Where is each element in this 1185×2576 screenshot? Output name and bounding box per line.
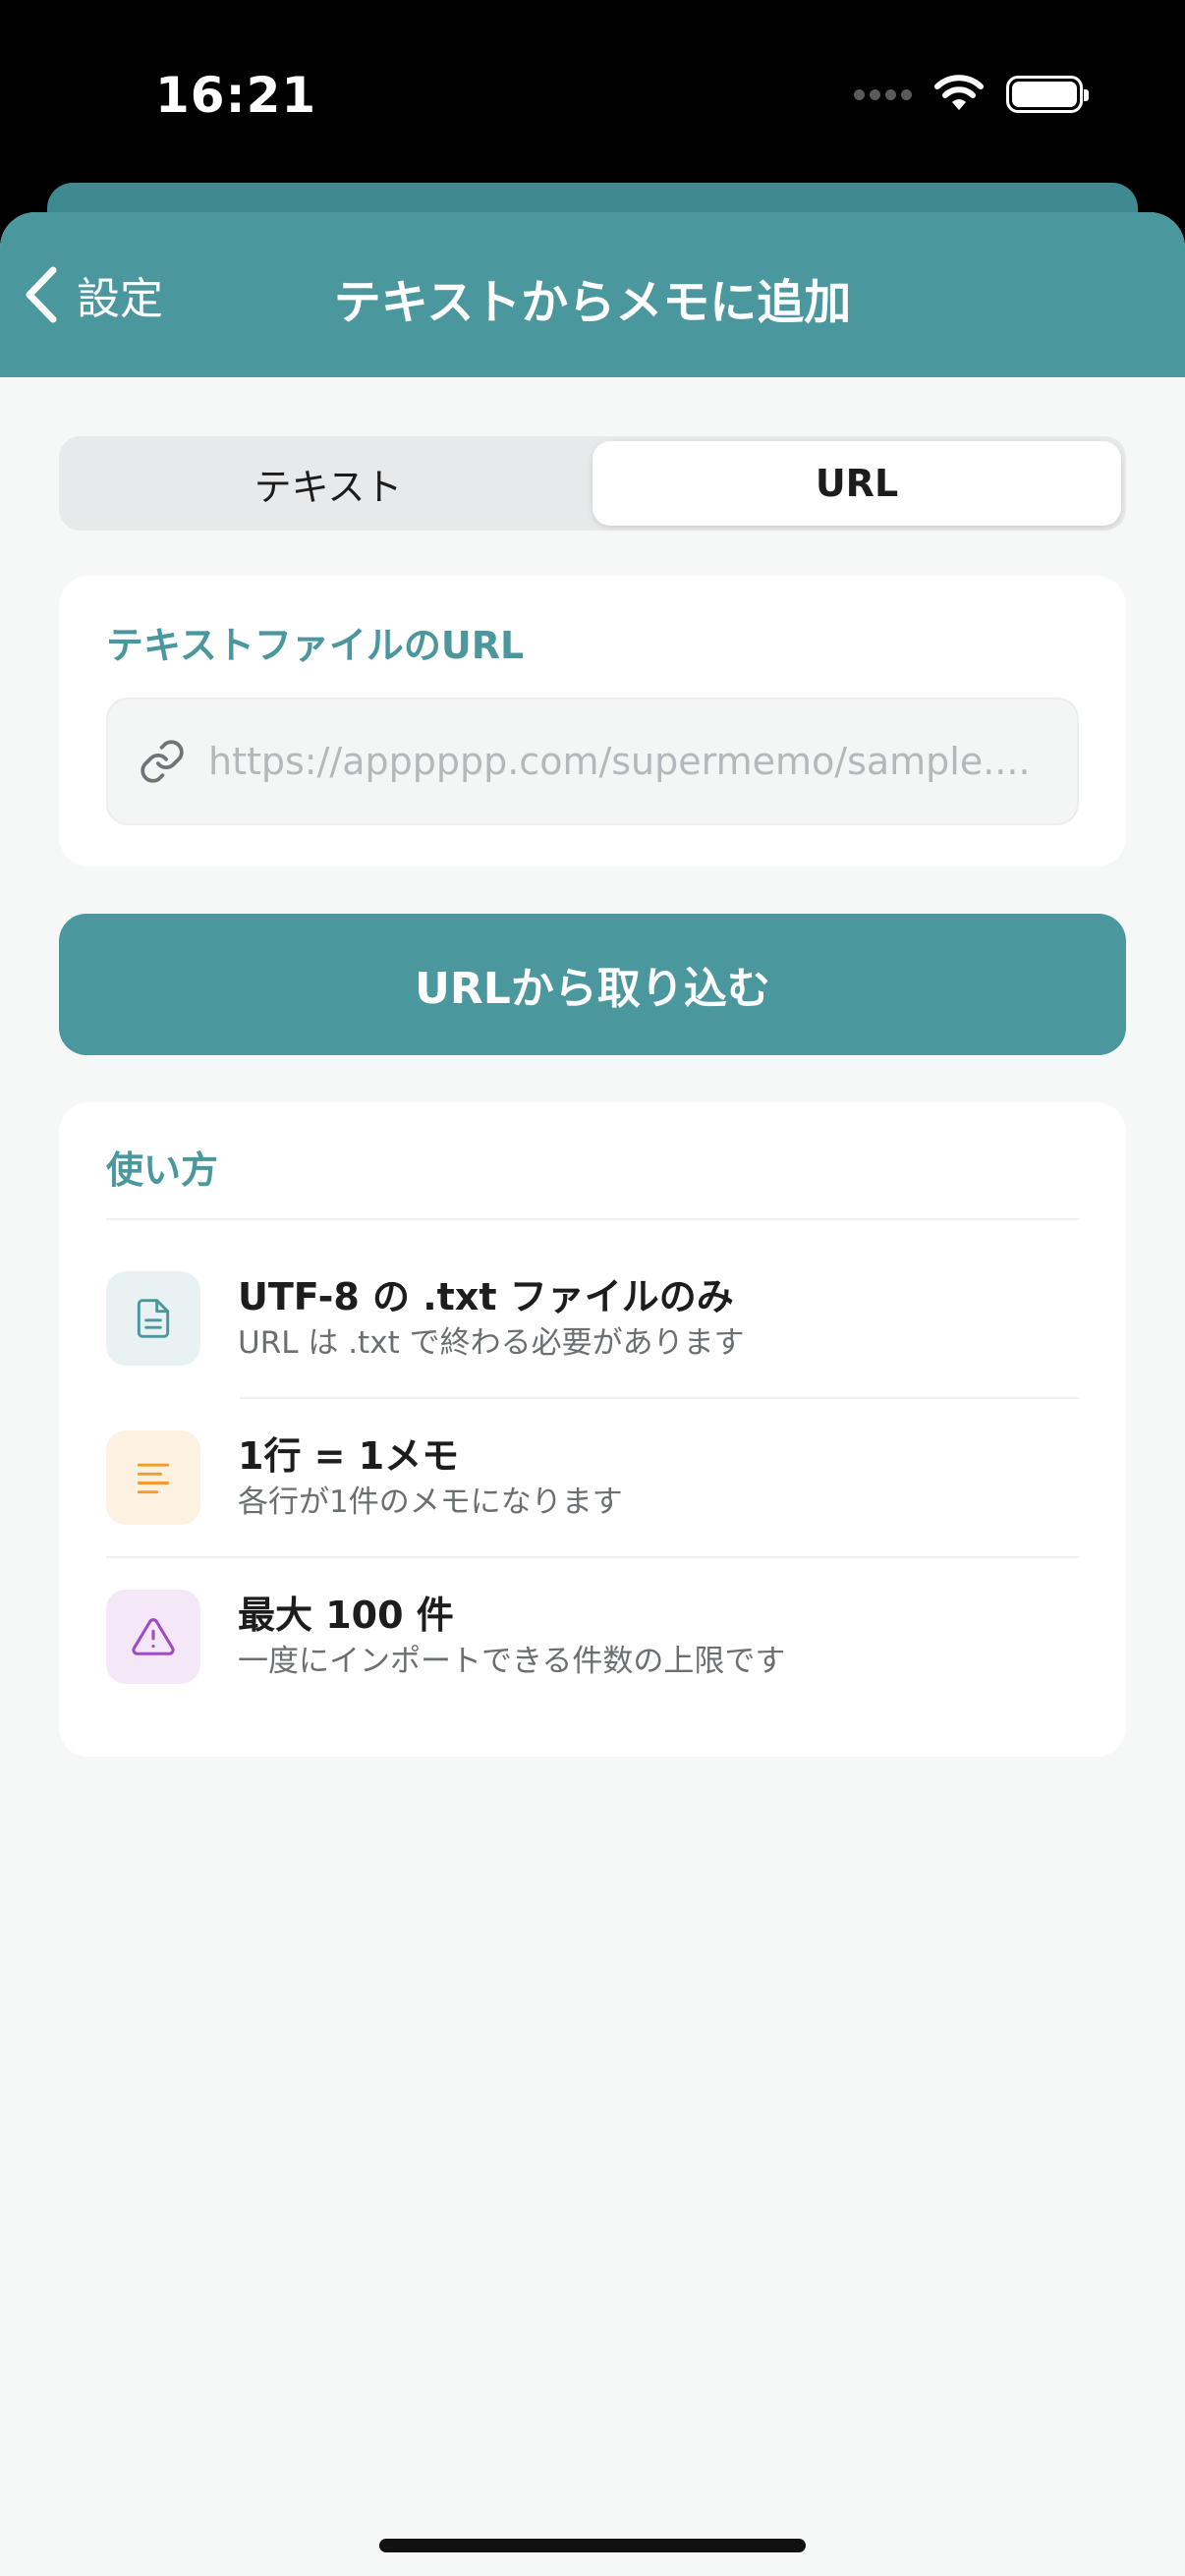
url-field[interactable]: [106, 698, 1079, 825]
status-time: 16:21: [155, 67, 317, 124]
tip-subtitle: 一度にインポートできる件数の上限です: [238, 1644, 786, 1679]
divider: [106, 1218, 1079, 1220]
lines-icon: [106, 1430, 200, 1525]
home-indicator[interactable]: [379, 2539, 806, 2552]
status-bar: 16:21: [0, 0, 1185, 187]
warning-icon: [106, 1590, 200, 1684]
status-icons: [854, 75, 1089, 114]
howto-title: 使い方: [106, 1148, 219, 1192]
tip-title: 1行 = 1メモ: [238, 1434, 460, 1478]
page-title: テキストからメモに追加: [333, 275, 852, 330]
tip-title: 最大 100 件: [238, 1594, 454, 1637]
url-field-label: テキストファイルのURL: [106, 624, 525, 667]
document-icon: [106, 1271, 200, 1366]
tip-title: UTF-8 の .txt ファイルのみ: [238, 1275, 734, 1318]
source-segmented-control: テキスト URL: [59, 436, 1126, 531]
wifi-icon: [934, 75, 984, 110]
segment-url[interactable]: URL: [592, 441, 1121, 526]
tip-item: 最大 100 件 一度にインポートできる件数の上限です: [106, 1558, 1079, 1715]
url-card: テキストファイルのURL: [59, 576, 1126, 867]
tip-subtitle: URL は .txt で終わる必要があります: [238, 1325, 745, 1361]
segment-text[interactable]: テキスト: [64, 441, 592, 526]
navigation-bar: 設定 テキストからメモに追加: [0, 212, 1185, 377]
modal-sheet: 設定 テキストからメモに追加 テキスト URL テキストファイルのURL URL…: [0, 212, 1185, 2576]
battery-icon: [1006, 76, 1089, 113]
signal-dots-icon: [854, 88, 912, 100]
tip-subtitle: 各行が1件のメモになります: [238, 1484, 623, 1520]
import-from-url-button[interactable]: URLから取り込む: [59, 914, 1126, 1055]
link-icon: [138, 737, 187, 786]
tip-item: UTF-8 の .txt ファイルのみ URL は .txt で終わる必要があり…: [106, 1240, 1079, 1397]
howto-card: 使い方 UTF-8 の .txt ファイルのみ URL は .txt で終わる必…: [59, 1102, 1126, 1757]
url-input[interactable]: [208, 700, 1047, 823]
tip-item: 1行 = 1メモ 各行が1件のメモになります: [106, 1399, 1079, 1556]
